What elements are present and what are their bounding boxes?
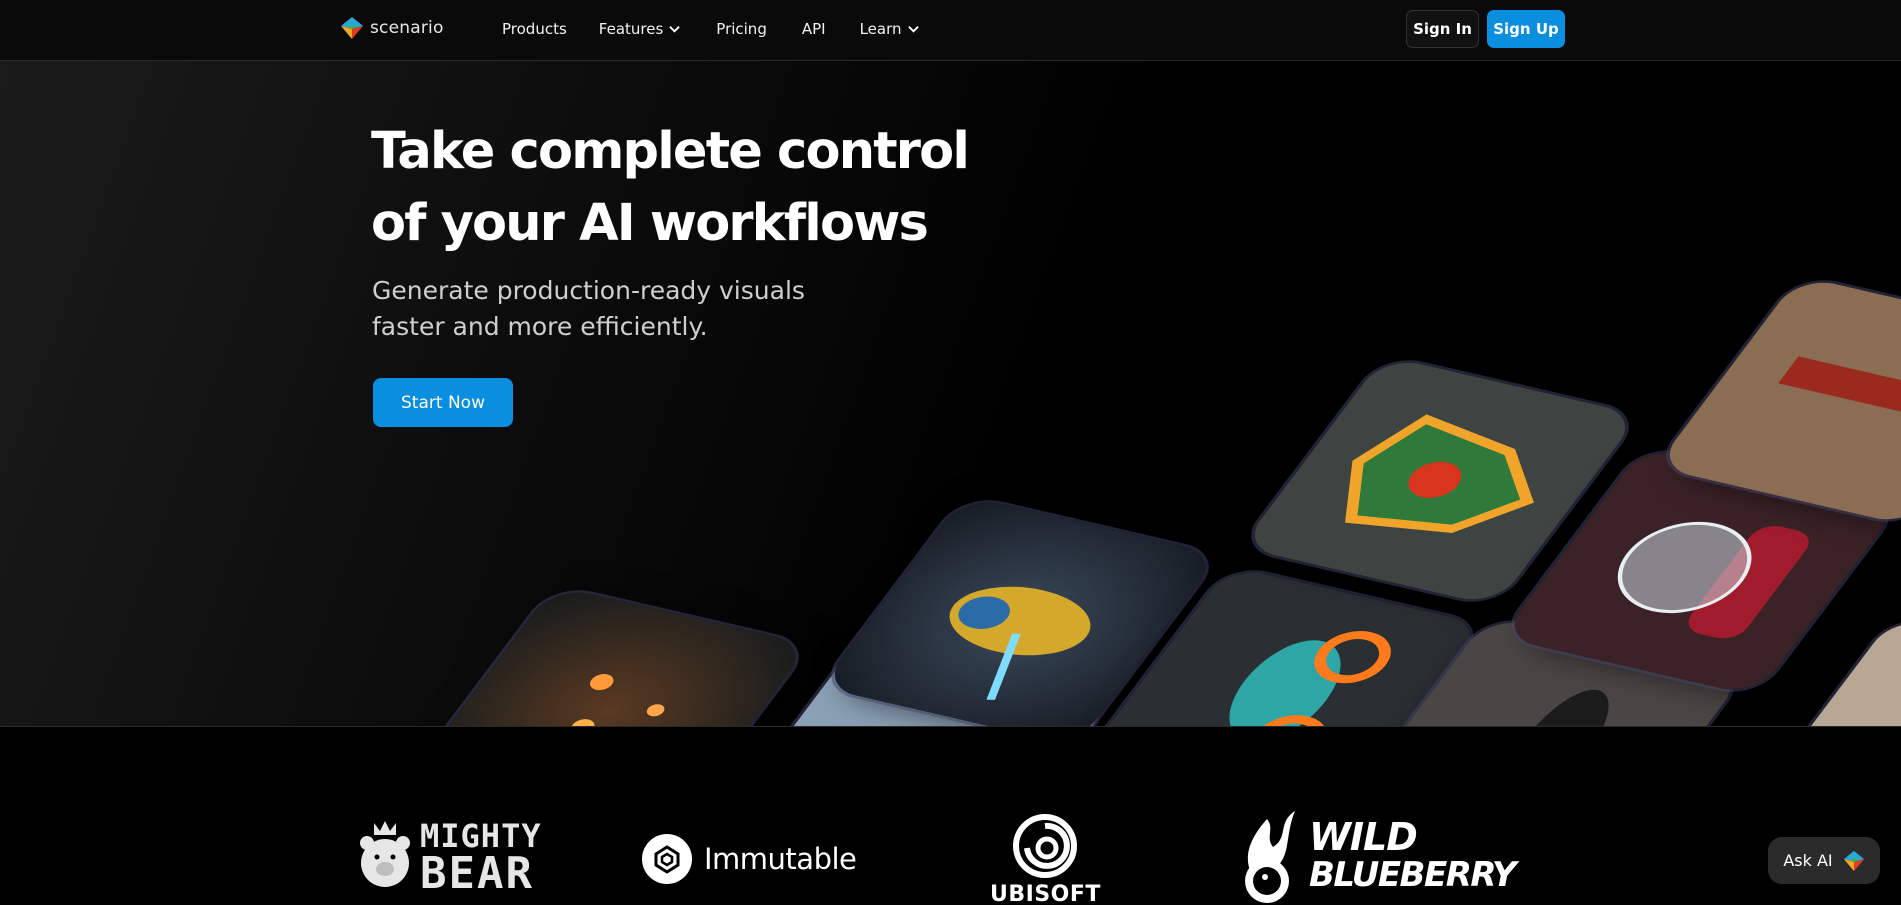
wild-text: WILD — [1309, 815, 1418, 859]
ask-ai-button[interactable]: Ask AI — [1768, 837, 1880, 884]
main-nav: Products Features Pricing API Learn — [502, 0, 919, 58]
hero-subtitle-line-2: faster and more efficiently. — [372, 312, 708, 341]
bear-icon — [360, 821, 410, 887]
nav-products-label: Products — [502, 20, 567, 38]
ubisoft-swirl-icon — [1013, 814, 1078, 878]
nav-api-label: API — [801, 20, 826, 38]
nav-learn[interactable]: Learn — [860, 20, 919, 38]
blueberry-text: BLUEBERRY — [1309, 855, 1517, 895]
chevron-down-icon — [669, 26, 681, 33]
nav-features[interactable]: Features — [599, 20, 681, 38]
immutable-logo: Immutable — [642, 834, 857, 884]
wild-blueberry-logo: WILD BLUEBERRY — [1237, 807, 1517, 905]
start-now-button[interactable]: Start Now — [373, 378, 513, 427]
chevron-down-icon — [907, 26, 919, 33]
mighty-bear-logo: MIGHTY BEAR — [358, 817, 542, 899]
nav-products[interactable]: Products — [502, 20, 567, 38]
immutable-icon — [642, 834, 692, 884]
hero-title-line-1: Take complete control — [371, 122, 970, 181]
sign-up-button[interactable]: Sign Up — [1487, 10, 1565, 48]
logo-text: scenario — [370, 18, 444, 38]
sign-in-button[interactable]: Sign In — [1406, 10, 1479, 48]
nav-learn-label: Learn — [859, 20, 902, 38]
hero-title: Take complete control of your AI workflo… — [371, 116, 971, 260]
ubisoft-logo: UBISOFT — [990, 814, 1101, 905]
scenario-logo-icon — [341, 17, 363, 39]
hero-title-line-2: of your AI workflows — [371, 194, 929, 253]
tile-lantern-forest — [409, 585, 811, 726]
immutable-text: Immutable — [704, 842, 857, 876]
scenario-logo[interactable]: scenario — [340, 16, 444, 40]
flame-blueberry-icon — [1245, 811, 1295, 903]
bear-text: BEAR — [420, 848, 534, 899]
nav-features-label: Features — [598, 20, 664, 38]
ubisoft-text: UBISOFT — [990, 882, 1101, 905]
customer-logos: MIGHTY BEAR Immutable UBISOFT WILD BLUEB… — [0, 727, 1901, 905]
hero-subtitle-line-1: Generate production-ready visuals — [372, 276, 805, 305]
ask-ai-label: Ask AI — [1783, 851, 1833, 870]
hero-section: Take complete control of your AI workflo… — [0, 61, 1901, 727]
lantern-forest-image — [409, 585, 811, 726]
nav-pricing-label: Pricing — [716, 20, 767, 38]
nav-pricing[interactable]: Pricing — [716, 20, 767, 38]
scenario-logo-icon — [1843, 850, 1864, 871]
nav-api[interactable]: API — [802, 20, 826, 38]
hero-subtitle: Generate production-ready visuals faster… — [372, 273, 872, 345]
top-navbar: scenario Products Features Pricing API L… — [0, 0, 1901, 61]
